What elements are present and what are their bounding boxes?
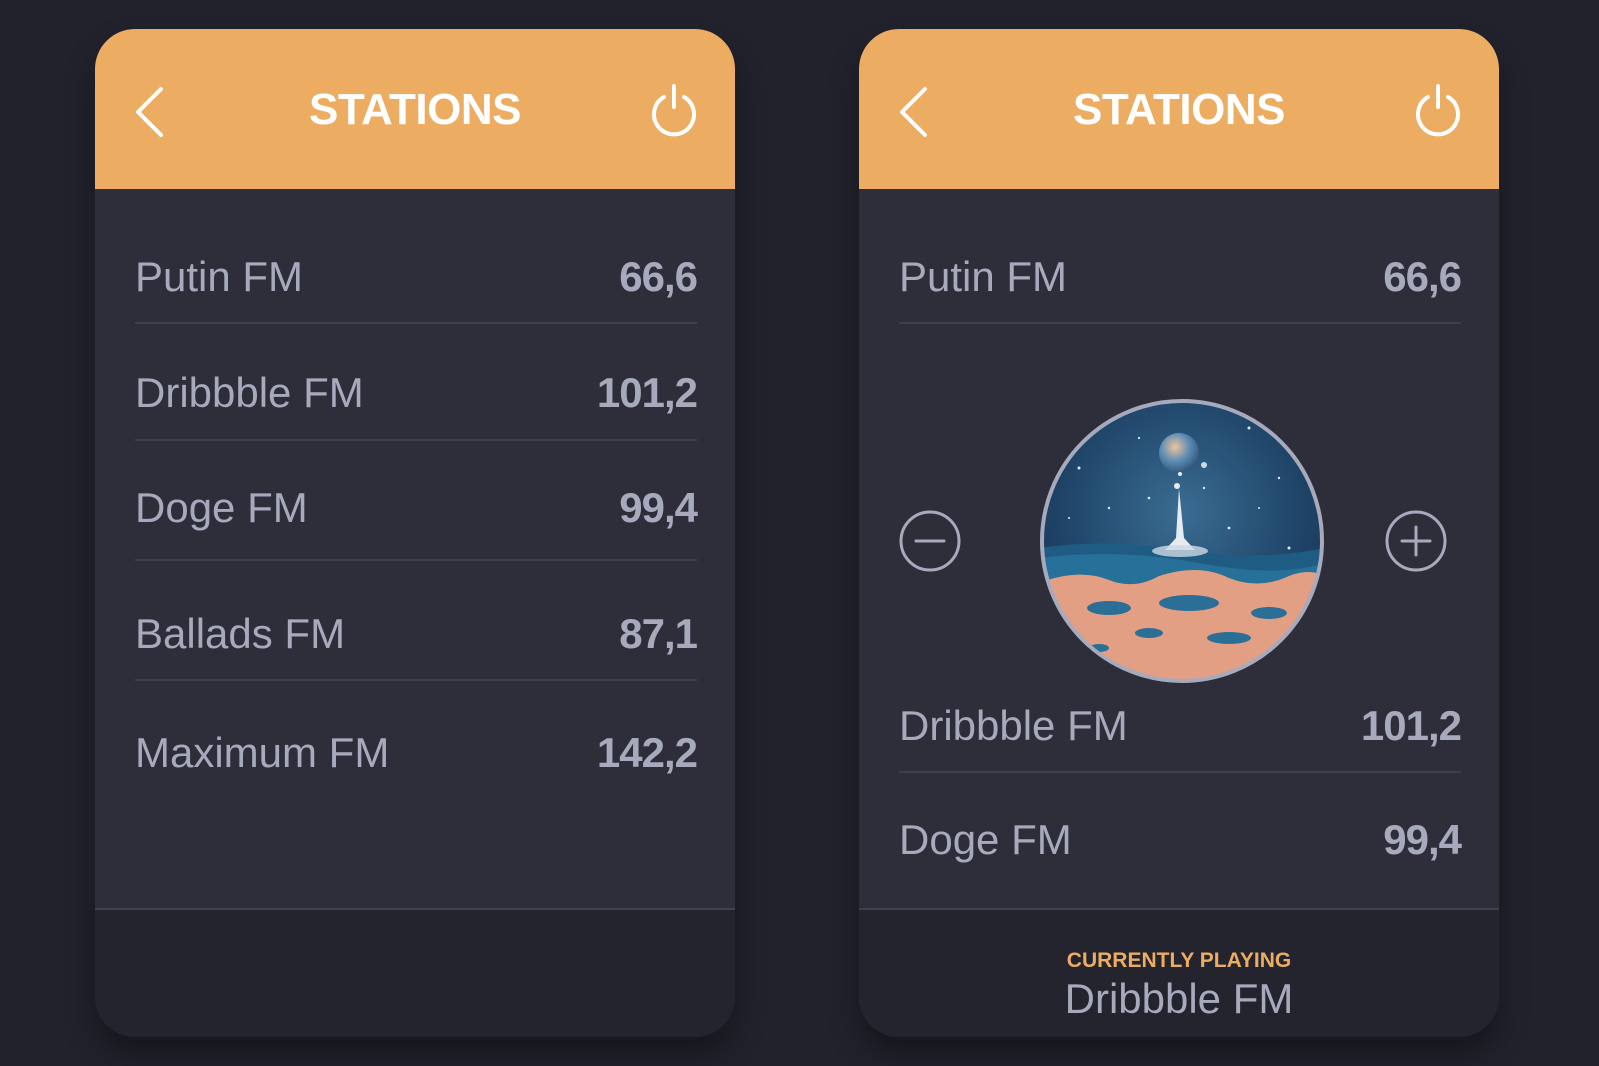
station-frequency: 99,4 <box>619 484 698 531</box>
station-frequency: 142,2 <box>596 729 698 776</box>
station-row[interactable]: Putin FM 66,6 <box>135 245 698 305</box>
station-frequency: 66,6 <box>619 253 698 300</box>
station-row[interactable]: Putin FM 66,6 <box>899 245 1462 305</box>
station-row[interactable]: Dribbble FM 101,2 <box>135 361 698 421</box>
divider <box>135 439 697 441</box>
divider <box>135 322 697 324</box>
station-row[interactable]: Doge FM 99,4 <box>135 476 698 536</box>
power-icon[interactable] <box>649 83 699 137</box>
divider <box>899 771 1461 773</box>
station-name: Dribbble FM <box>899 702 1128 749</box>
footer-bar <box>95 909 735 1037</box>
now-playing-bar: CURRENTLY PLAYING Dribbble FM <box>859 909 1499 1037</box>
divider <box>135 559 697 561</box>
station-list: Putin FM 66,6 Dribbble FM 101,2 Doge FM … <box>859 189 1499 909</box>
page-title: STATIONS <box>1073 85 1285 134</box>
station-name: Maximum FM <box>135 729 390 776</box>
divider <box>135 679 697 681</box>
station-row[interactable]: Ballads FM 87,1 <box>135 602 698 662</box>
now-playing-label: CURRENTLY PLAYING <box>1066 949 1292 972</box>
station-frequency: 87,1 <box>619 610 698 657</box>
plus-circle-icon[interactable] <box>1385 510 1447 572</box>
page-title: STATIONS <box>309 85 521 134</box>
station-name: Putin FM <box>135 253 304 300</box>
station-frequency: 101,2 <box>596 369 698 416</box>
stations-screen-player: STATIONS Putin FM 66,6 Dribbble FM 101,2… <box>859 29 1499 1037</box>
station-name: Putin FM <box>899 253 1068 300</box>
station-list: Putin FM 66,6 Dribbble FM 101,2 Doge FM … <box>95 189 735 909</box>
power-icon[interactable] <box>1413 83 1463 137</box>
station-frequency: 101,2 <box>1360 702 1462 749</box>
header-bar: STATIONS <box>859 29 1499 189</box>
stations-screen-list: STATIONS Putin FM 66,6 Dribbble FM 101,2… <box>95 29 735 1037</box>
minus-circle-icon[interactable] <box>899 510 961 572</box>
station-name: Doge FM <box>135 484 308 531</box>
station-row[interactable]: Dribbble FM 101,2 <box>899 694 1462 754</box>
station-frequency: 66,6 <box>1383 253 1462 300</box>
station-frequency: 99,4 <box>1383 816 1462 863</box>
station-name: Doge FM <box>899 816 1072 863</box>
station-row[interactable]: Maximum FM 142,2 <box>135 721 698 781</box>
footer-divider <box>95 908 735 910</box>
album-art-image <box>1040 399 1324 683</box>
now-playing-station: Dribbble FM <box>1064 975 1294 1022</box>
station-row[interactable]: Doge FM 99,4 <box>899 808 1462 868</box>
station-name: Ballads FM <box>135 610 346 657</box>
divider <box>899 322 1461 324</box>
station-name: Dribbble FM <box>135 369 364 416</box>
footer-divider <box>859 908 1499 910</box>
header-bar: STATIONS <box>95 29 735 189</box>
